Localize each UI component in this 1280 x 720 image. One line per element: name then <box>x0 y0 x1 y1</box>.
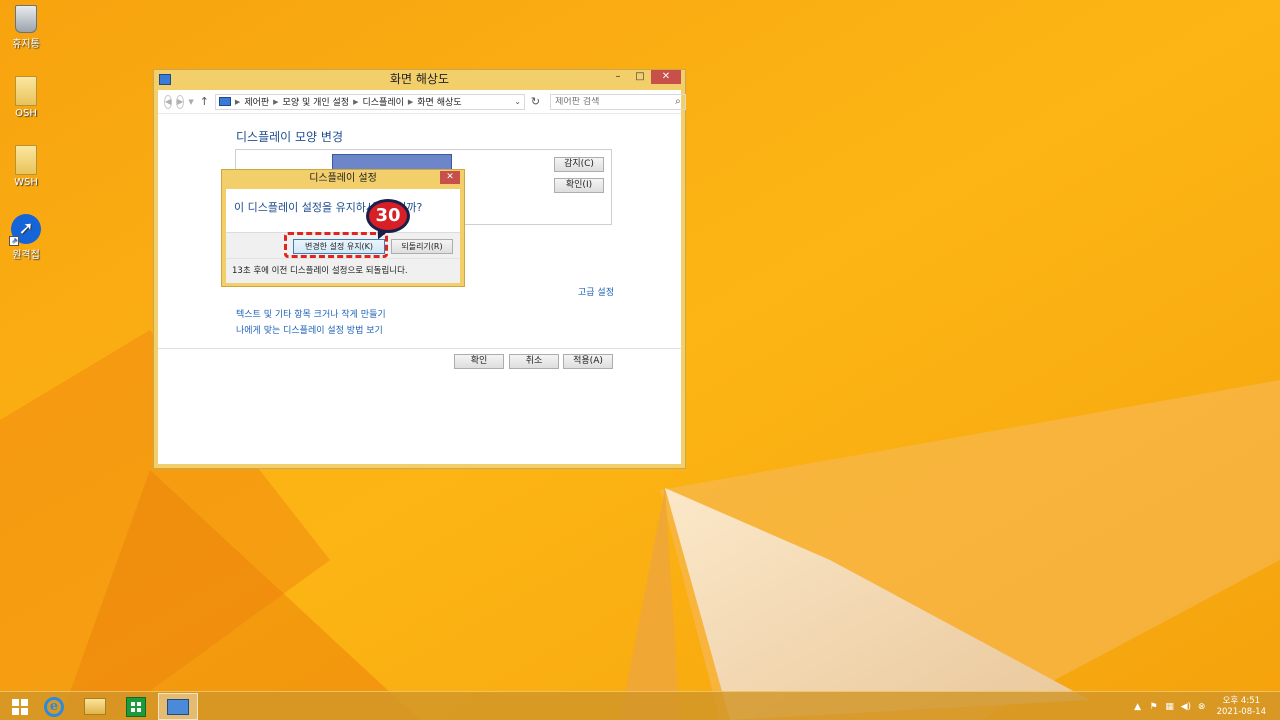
window-titlebar[interactable]: 화면 해상도 – □ ✕ <box>154 70 685 90</box>
ok-button[interactable]: 확인 <box>454 354 504 369</box>
maximize-button[interactable]: □ <box>629 70 651 84</box>
file-explorer-icon <box>84 698 106 715</box>
window-title: 화면 해상도 <box>389 72 449 86</box>
breadcrumb-item-appearance[interactable]: 모양 및 개인 설정 <box>283 95 350 108</box>
desktop-icon-osh-folder[interactable]: OSH <box>2 76 50 119</box>
shortcut-arrow-icon: ↗ <box>9 236 19 246</box>
clock-time: 오후 4:51 <box>1222 695 1261 706</box>
clock-date: 2021-08-14 <box>1216 706 1266 717</box>
breadcrumb-chevron-icon[interactable]: ▶ <box>408 98 413 106</box>
action-center-flag-icon[interactable]: ⚑ <box>1149 702 1159 712</box>
taskbar-screen-resolution[interactable] <box>158 693 198 720</box>
store-icon <box>126 696 146 717</box>
dialog-title: 디스플레이 설정 <box>309 173 377 184</box>
desktop-icon-label: 휴지통 <box>12 39 40 50</box>
chevron-down-icon[interactable]: ⌄ <box>514 97 521 106</box>
dialog-close-button[interactable]: ✕ <box>440 171 460 184</box>
control-panel-icon <box>218 97 231 106</box>
taskbar-clock[interactable]: 오후 4:51 2021-08-14 <box>1217 696 1266 718</box>
recycle-bin-icon <box>15 5 37 33</box>
notification-blocked-icon[interactable]: ⊗ <box>1197 702 1207 712</box>
folder-icon <box>15 76 37 106</box>
separator <box>158 348 681 349</box>
dialog-body: 이 디스플레이 설정을 유지하시겠습니까? <box>226 189 460 232</box>
desktop-icon-label: OSH <box>15 108 37 119</box>
dialog-titlebar[interactable]: 디스플레이 설정 ✕ <box>222 170 464 189</box>
breadcrumb-item-screen-resolution[interactable]: 화면 해상도 <box>417 95 461 108</box>
advanced-settings-link[interactable]: 고급 설정 <box>578 285 614 298</box>
network-icon[interactable]: ▦ <box>1165 702 1175 712</box>
search-box[interactable]: ⌕ <box>550 93 686 110</box>
up-arrow-icon[interactable]: ↑ <box>200 95 209 108</box>
breadcrumb-chevron-icon[interactable]: ▶ <box>273 98 278 106</box>
display-settings-help-link[interactable]: 나에게 맞는 디스플레이 설정 방법 보기 <box>236 323 383 336</box>
detect-button[interactable]: 감지(C) <box>554 157 604 172</box>
breadcrumb-item-control-panel[interactable]: 제어판 <box>244 95 269 108</box>
taskbar-internet-explorer[interactable]: e <box>34 693 74 720</box>
breadcrumb-chevron-icon[interactable]: ▶ <box>353 98 358 106</box>
taskbar-file-explorer[interactable] <box>75 693 115 720</box>
display-settings-icon <box>167 698 189 715</box>
recent-locations-chevron-icon[interactable]: ▼ <box>188 98 193 106</box>
anydesk-icon: ➚ ↗ <box>9 214 41 246</box>
taskbar-store[interactable] <box>116 693 156 720</box>
desktop-icon-wsh-folder[interactable]: WSH <box>2 145 50 188</box>
countdown-status: 13초 후에 이전 디스플레이 설정으로 되돌립니다. <box>226 258 460 283</box>
internet-explorer-icon: e <box>44 696 64 717</box>
back-arrow-icon[interactable]: ◀ <box>164 94 173 109</box>
taskbar: e ▲ ⚑ ▦ ◀) ⊗ 오후 4:51 2021-08-14 <box>0 691 1280 720</box>
display-settings-dialog: 디스플레이 설정 ✕ 이 디스플레이 설정을 유지하시겠습니까? 변경한 설정 … <box>221 169 465 287</box>
desktop-icon-label: WSH <box>14 177 38 188</box>
desktop-icon-recycle-bin[interactable]: 휴지통 <box>2 5 50 50</box>
show-hidden-icons-chevron-up-icon[interactable]: ▲ <box>1133 702 1143 712</box>
breadcrumb-chevron-icon[interactable]: ▶ <box>235 98 240 106</box>
page-title: 디스플레이 모양 변경 <box>236 130 343 144</box>
refresh-icon[interactable]: ↻ <box>531 95 540 108</box>
windows-logo-icon <box>12 698 28 715</box>
forward-arrow-icon[interactable]: ▶ <box>176 94 185 109</box>
search-input[interactable] <box>555 96 676 107</box>
search-icon[interactable]: ⌕ <box>675 96 681 107</box>
display-app-icon <box>159 74 171 85</box>
breadcrumb[interactable]: ▶ 제어판 ▶ 모양 및 개인 설정 ▶ 디스플레이 ▶ 화면 해상도 ⌄ <box>214 93 525 110</box>
apply-button[interactable]: 적용(A) <box>563 354 613 369</box>
address-bar: ◀ ▶ ▼ ↑ ▶ 제어판 ▶ 모양 및 개인 설정 ▶ 디스플레이 ▶ 화면 … <box>158 90 686 114</box>
identify-button[interactable]: 확인(I) <box>554 178 604 193</box>
desktop-icon-remote[interactable]: ➚ ↗ 원격접 <box>2 214 50 261</box>
text-size-link[interactable]: 텍스트 및 기타 항목 크거나 작게 만들기 <box>236 307 386 320</box>
close-button[interactable]: ✕ <box>651 70 681 84</box>
system-tray: ▲ ⚑ ▦ ◀) ⊗ 오후 4:51 2021-08-14 <box>1133 692 1280 720</box>
minimize-button[interactable]: – <box>607 70 629 84</box>
step-number-badge: 30 <box>366 199 410 233</box>
desktop-icon-label: 원격접 <box>12 250 40 261</box>
breadcrumb-item-display[interactable]: 디스플레이 <box>362 95 403 108</box>
volume-icon[interactable]: ◀) <box>1181 702 1191 712</box>
revert-button[interactable]: 되돌리기(R) <box>391 239 453 254</box>
folder-icon <box>15 145 37 175</box>
cancel-button[interactable]: 취소 <box>509 354 559 369</box>
